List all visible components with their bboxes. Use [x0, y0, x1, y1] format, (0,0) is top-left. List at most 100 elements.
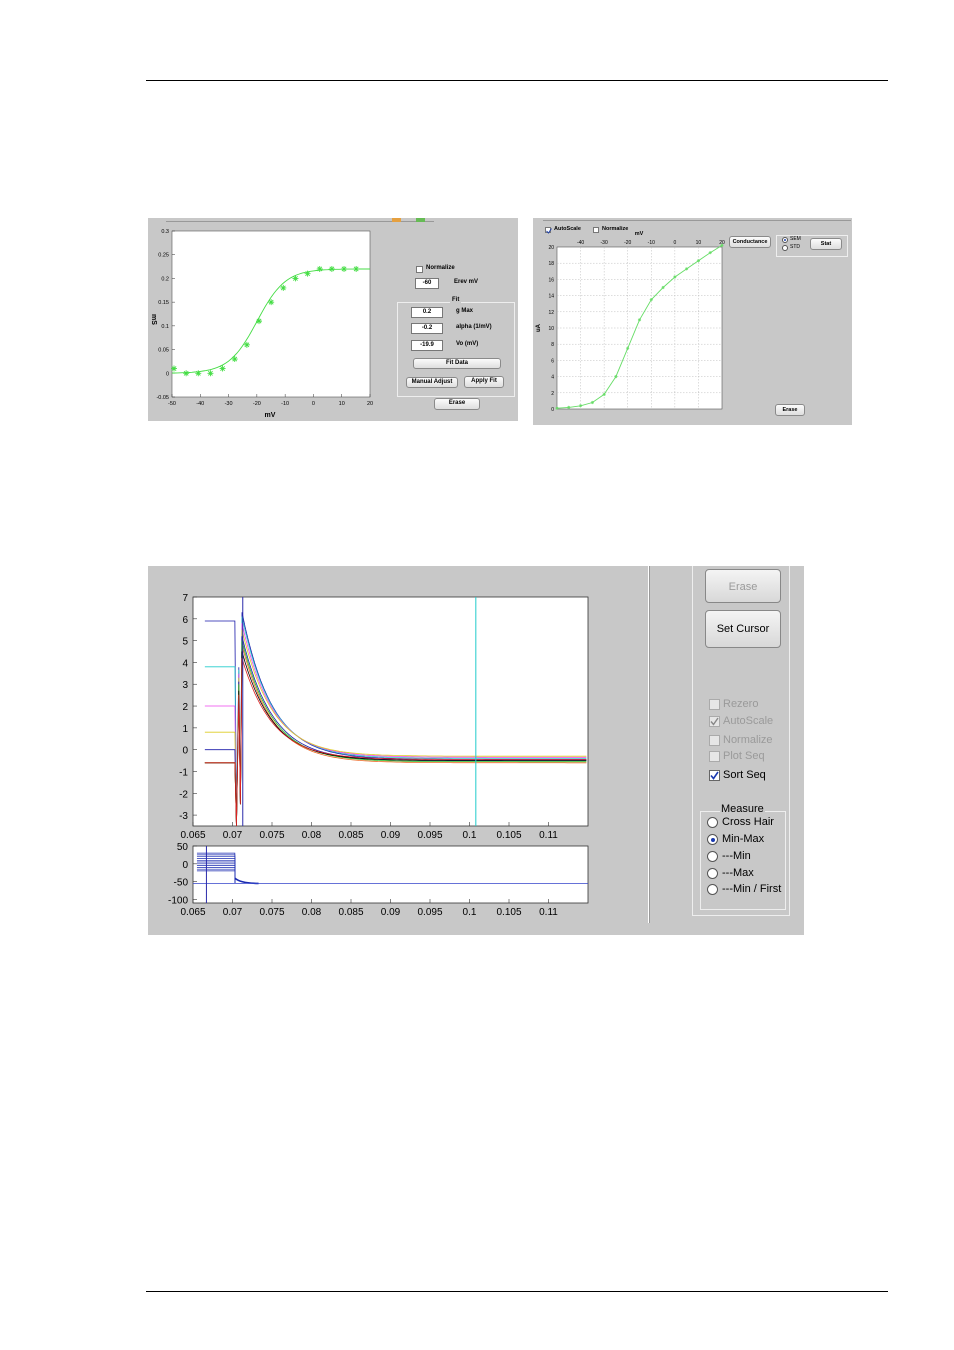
erev-field[interactable]: -60 — [415, 278, 439, 289]
data-point-star — [304, 270, 311, 277]
alpha-label: alpha (1/mV) — [456, 324, 492, 330]
min-first-label: ---Min / First — [722, 883, 782, 895]
plot-seq-label: Plot Seq — [723, 750, 765, 762]
y-tick-label: 20 — [548, 245, 554, 251]
rezero-checkbox[interactable] — [709, 699, 720, 710]
y-tick-label: 18 — [548, 261, 554, 267]
x-tick-label: 0.11 — [539, 907, 558, 918]
radio-dot-icon — [710, 837, 715, 842]
x-axis-label: mV — [265, 412, 276, 419]
fit-group-title: Fit — [450, 297, 462, 303]
plot-area — [171, 230, 371, 398]
autoscale-checkbox[interactable] — [709, 716, 720, 727]
gmax-field[interactable]: 0.2 — [411, 307, 443, 318]
sweep-measure-panel: 7 6 5 4 3 2 1 0 -1 -2 -3 0.065 0.07 0.075 0.08 0.085 0.… — [148, 566, 804, 935]
data-point-star — [243, 341, 250, 348]
iv-curve-chart: 20181614121086420 -40 -30 -20 -10 0 10 20 mV u… — [536, 231, 725, 413]
y-tick-label: 2 — [182, 702, 188, 713]
y-tick-label: 6 — [182, 615, 188, 626]
vo-field[interactable]: -19.9 — [411, 340, 443, 351]
max-label: ---Max — [722, 867, 754, 879]
data-point-star — [353, 265, 360, 272]
y-tick-label: 0.15 — [158, 300, 169, 306]
splitter-line — [648, 566, 650, 923]
x-tick-label: 20 — [367, 401, 373, 407]
normalize-checkbox[interactable] — [416, 266, 423, 273]
y-axis-label: uA — [536, 323, 542, 332]
plot-seq-checkbox[interactable] — [709, 751, 720, 762]
data-point-marker — [567, 405, 571, 409]
y-tick-label: 0.1 — [161, 324, 169, 330]
y-tick-label: -2 — [179, 789, 188, 800]
y-tick-label: 3 — [182, 680, 188, 691]
y-tick-label: 6 — [551, 358, 554, 364]
gmax-label: g Max — [456, 308, 474, 314]
erase-button[interactable]: Erase — [434, 398, 480, 410]
apply-fit-button[interactable]: Apply Fit — [464, 376, 504, 388]
data-point-marker — [720, 243, 724, 247]
sort-seq-label: Sort Seq — [723, 769, 766, 781]
min-radio[interactable] — [707, 851, 718, 862]
y-tick-label: -3 — [179, 811, 188, 822]
data-point-star — [292, 275, 299, 282]
x-tick-label: 10 — [696, 240, 702, 246]
x-axis-label: mV — [635, 231, 644, 237]
y-tick-label: -1 — [179, 767, 188, 778]
data-point-star — [256, 318, 263, 325]
std-radio[interactable] — [782, 245, 788, 251]
min-max-radio[interactable] — [707, 834, 718, 845]
data-point-marker — [696, 259, 701, 263]
x-tick-label: 0.1 — [463, 830, 477, 841]
sort-seq-checkbox[interactable] — [709, 770, 720, 781]
y-tick-label: 8 — [551, 342, 554, 348]
lower-plot-area — [192, 845, 589, 904]
erase-button[interactable]: Erase — [775, 404, 805, 416]
y-tick-label: 1 — [182, 724, 188, 735]
data-point-star — [328, 265, 335, 272]
data-point-marker — [555, 406, 559, 410]
x-tick-label: 0.07 — [223, 830, 243, 841]
y-axis-label: mS — [150, 314, 157, 325]
erase-button[interactable]: Erase — [705, 569, 781, 603]
min-first-radio[interactable] — [707, 884, 718, 895]
stat-button[interactable]: Stat — [810, 238, 842, 250]
y-tick-label: 5 — [182, 637, 188, 648]
cross-hair-radio[interactable] — [707, 817, 718, 828]
x-tick-label: -50 — [168, 401, 176, 407]
alpha-field[interactable]: -0.2 — [411, 323, 443, 334]
y-tick-label: 0.05 — [158, 348, 169, 354]
data-point-marker — [578, 404, 583, 408]
min-label: ---Min — [722, 850, 751, 862]
data-point-star — [316, 265, 323, 272]
check-icon — [710, 771, 719, 780]
x-tick-label: 0.065 — [180, 830, 205, 841]
fit-data-button[interactable]: Fit Data — [413, 358, 501, 369]
x-tick-label: 0.065 — [180, 907, 205, 918]
y-tick-label: 7 — [182, 593, 188, 604]
max-radio[interactable] — [707, 868, 718, 879]
set-cursor-button[interactable]: Set Cursor — [705, 610, 781, 648]
x-tick-label: 0.1 — [463, 907, 477, 918]
conductance-button[interactable]: Conductance — [729, 236, 771, 248]
rezero-label: Rezero — [723, 698, 759, 710]
radio-dot-icon — [784, 239, 786, 241]
cross-hair-label: Cross Hair — [722, 816, 774, 828]
data-point-marker — [637, 318, 642, 322]
sem-label: SEM — [790, 236, 801, 242]
x-tick-label: 0.085 — [338, 907, 363, 918]
normalize-checkbox[interactable] — [709, 735, 720, 746]
y-tick-label: 50 — [177, 842, 189, 853]
x-tick-label: 0 — [673, 240, 676, 246]
data-point-star — [268, 299, 275, 306]
toolbar-icon[interactable] — [392, 218, 401, 222]
manual-adjust-button[interactable]: Manual Adjust — [406, 377, 458, 388]
x-tick-label: 0.095 — [417, 907, 442, 918]
data-point-star — [207, 370, 214, 377]
toolbar-icon[interactable] — [416, 218, 425, 222]
sem-radio[interactable] — [782, 237, 788, 243]
x-tick-label: 0.075 — [259, 830, 284, 841]
measure-title: Measure — [720, 803, 765, 815]
boltzmann-fit-panel: 0.3 0.25 0.2 0.15 0.1 0.05 0 -0.05 -50 -40 -30 -20… — [148, 218, 518, 421]
x-tick-label: -20 — [253, 401, 261, 407]
data-point-marker — [708, 251, 712, 255]
